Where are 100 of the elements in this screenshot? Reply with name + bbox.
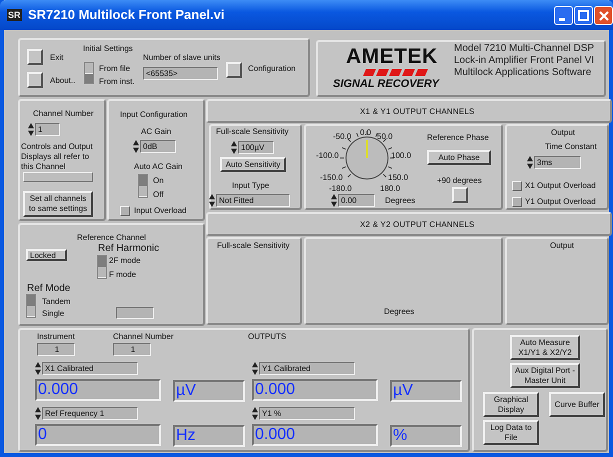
value-display: 0.000 (252, 424, 378, 446)
window-title: SR7210 Multilock Front Panel.vi (28, 7, 224, 22)
unit-label: Degrees (384, 307, 414, 317)
field-label: Number of slave units (143, 53, 220, 63)
dial-label: 180.0 (380, 184, 400, 194)
overload-label: X1 Output Overload (525, 181, 596, 191)
close-icon (598, 10, 608, 20)
about-button[interactable] (27, 72, 43, 88)
input-type-label: Input Type (232, 181, 270, 191)
channel-note: Controls and Output Displays all refer to this Channel (21, 142, 94, 172)
about-label: About.. (50, 76, 76, 86)
input-type-field[interactable]: Not Fitted (216, 194, 290, 207)
unit-label: Degrees (385, 196, 416, 206)
reference-phase-label: Reference Phase (427, 133, 489, 143)
overload-label: Y1 Output Overload (525, 197, 596, 207)
set-all-button[interactable]: Set all channels to same settings (23, 191, 93, 217)
brand-tagline: SIGNAL RECOVERY (333, 78, 439, 90)
section-title: Reference Channel (77, 233, 146, 243)
auto-phase-button[interactable]: Auto Phase (427, 150, 491, 165)
unit-display: % (390, 425, 462, 447)
dial-label: -50.0 (333, 132, 352, 142)
unit-display: µV (173, 380, 245, 402)
section-header: X2 & Y2 OUTPUT CHANNELS (360, 220, 475, 230)
maximize-icon (578, 10, 589, 21)
channel-label: Channel Number (33, 109, 94, 119)
dial-label: -100.0 (316, 151, 339, 161)
maximize-button[interactable] (574, 6, 593, 25)
outputs-title: OUTPUTS (248, 332, 286, 342)
value-display: 0.000 (35, 379, 161, 401)
locked-button[interactable]: Locked (26, 249, 67, 261)
slide-switch[interactable] (138, 174, 148, 198)
channel-field[interactable]: 1 (35, 123, 60, 136)
auto-sensitivity-button[interactable]: Auto Sensitivity (220, 157, 286, 172)
slide-switch[interactable] (97, 255, 107, 279)
sensitivity-label: Full-scale Sensitivity (217, 241, 290, 251)
configuration-button[interactable] (226, 62, 242, 78)
sensitivity-field[interactable]: 100µV (238, 141, 274, 154)
exit-button[interactable] (27, 49, 43, 65)
auto-gain-label: Auto AC Gain (134, 162, 182, 172)
value-display: 0.000 (252, 379, 378, 401)
unit-display: Hz (173, 425, 245, 447)
option-label: From inst. (99, 77, 135, 87)
app-badge: SR (7, 9, 22, 21)
output-label: Output (550, 241, 574, 251)
time-constant-field[interactable]: 3ms (534, 156, 581, 169)
option-label: F mode (109, 270, 136, 280)
dial-label: 50.0 (377, 132, 393, 142)
unit-display: µV (390, 380, 462, 402)
brand-logo: AMETEK (346, 45, 438, 69)
option-label: On (153, 176, 164, 186)
slide-switch[interactable] (84, 62, 94, 84)
ref-mode-label: Ref Mode (27, 284, 70, 294)
option-label: From file (99, 64, 130, 74)
selector-field[interactable]: X1 Calibrated (42, 362, 138, 375)
option-label: 2F mode (109, 256, 141, 266)
instrument-label: Instrument (37, 332, 75, 342)
close-button[interactable] (594, 6, 613, 25)
plus90-label: +90 degrees (437, 176, 482, 186)
action-button[interactable]: Curve Buffer (549, 392, 605, 417)
dial-label: -180.0 (329, 184, 352, 194)
action-button[interactable]: Log Data to File (483, 420, 539, 445)
selector-field[interactable]: Y1 % (259, 407, 355, 420)
action-button[interactable]: Auto Measure X1/Y1 & X2/Y2 (510, 335, 580, 360)
sensitivity-label: Full-scale Sensitivity (216, 127, 288, 137)
product-text: Lock-in Amplifier Front Panel VI (454, 55, 594, 67)
phase-field[interactable]: 0.00 (338, 194, 375, 207)
channel-field: 1 (113, 343, 151, 356)
empty-field[interactable] (116, 307, 154, 319)
selector-field[interactable]: Ref Frequency 1 (42, 407, 138, 420)
harmonic-label: Ref Harmonic (98, 244, 160, 254)
minimize-button[interactable] (554, 6, 573, 25)
time-constant-label: Time Constant (545, 142, 597, 152)
option-label: Off (153, 190, 164, 200)
stripes-icon (363, 69, 429, 76)
selector-field[interactable]: Y1 Calibrated (259, 362, 355, 375)
slave-units-field[interactable]: <65535> (143, 67, 218, 80)
value-display: 0 (35, 424, 161, 446)
instrument-field: 1 (37, 343, 75, 356)
dial-label: 100.0 (391, 151, 412, 161)
plus90-button[interactable] (452, 187, 468, 203)
option-label: Single (42, 309, 64, 319)
product-text: Model 7210 Multi-Channel DSP (454, 43, 594, 55)
overload-label: Input Overload (134, 206, 186, 216)
output-label: Output (551, 128, 576, 138)
dial-label: 0.0 (360, 128, 372, 138)
slide-switch[interactable] (26, 294, 36, 318)
exit-label: Exit (50, 53, 64, 63)
switch-label: Initial Settings (83, 44, 133, 54)
option-label: Tandem (42, 297, 70, 307)
channel-label: Channel Number (113, 332, 174, 342)
action-button[interactable]: Graphical Display (483, 392, 539, 417)
section-header: X1 & Y1 OUTPUT CHANNELS (360, 107, 475, 117)
section-title: Input Configuration (120, 110, 188, 120)
configuration-label: Configuration (248, 64, 296, 74)
dial-label: -150.0 (320, 173, 343, 183)
dial-label: 150.0 (388, 173, 408, 183)
action-button[interactable]: Aux Digital Port - Master Unit (510, 363, 580, 388)
ac-gain-label: AC Gain (141, 127, 172, 137)
ac-gain-field[interactable]: 0dB (140, 140, 176, 153)
minimize-icon (559, 18, 565, 21)
